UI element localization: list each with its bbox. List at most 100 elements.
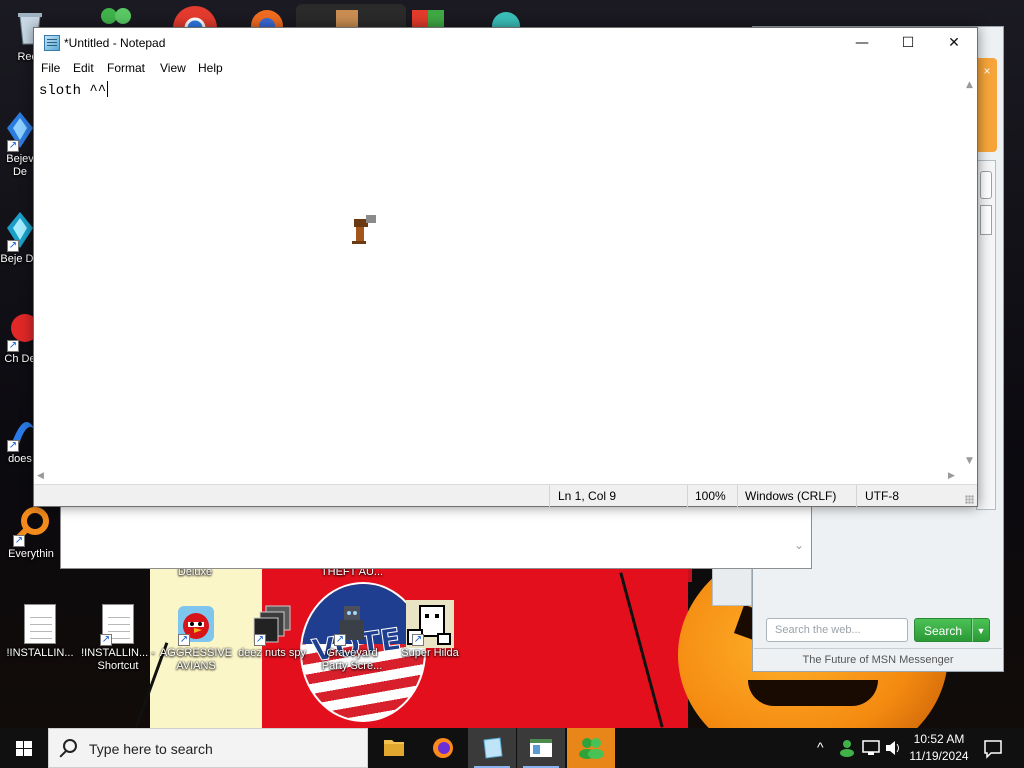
chuzzle-icon: ↗ xyxy=(5,310,39,352)
text-document-icon: ↗ xyxy=(98,604,138,646)
start-button[interactable] xyxy=(0,728,48,768)
scroll-right-arrow-icon[interactable]: ▶ xyxy=(948,471,955,481)
taskbar-file-explorer[interactable] xyxy=(370,728,418,768)
msn-search-dropdown-icon[interactable]: ▼ xyxy=(972,618,990,642)
sloth-sprite[interactable] xyxy=(350,213,380,245)
notepad-window: *Untitled - Notepad — ☐ ✕ File Edit Form… xyxy=(33,27,978,507)
status-separator xyxy=(687,485,688,507)
game-icon[interactable] xyxy=(296,4,406,28)
desktop-icon-deez-nuts-spy[interactable]: ↗ deez nuts spy xyxy=(234,604,310,660)
status-separator xyxy=(549,485,550,507)
app-icon-colorful[interactable] xyxy=(408,6,448,28)
text-document-icon xyxy=(20,604,60,644)
menu-bar: File Edit Format View Help xyxy=(34,58,977,78)
msn-panel-scroll[interactable] xyxy=(980,205,992,235)
desktop-icon-installing[interactable]: !INSTALLIN... xyxy=(2,604,78,660)
desktop-icon-label: !INSTALLIN... xyxy=(6,647,74,659)
tray-volume-icon[interactable] xyxy=(882,728,904,768)
desktop-icon-label: Super Hilda xyxy=(401,647,459,659)
background-window xyxy=(60,505,812,569)
msn-tray-icon xyxy=(840,740,854,757)
editor-text-line: sloth ^^ xyxy=(39,81,109,99)
window-title: *Untitled - Notepad xyxy=(64,36,166,50)
shortcut-arrow-icon: ↗ xyxy=(13,535,25,547)
menu-edit[interactable]: Edit xyxy=(73,61,94,75)
maximize-button[interactable]: ☐ xyxy=(885,28,931,58)
msn-search-button[interactable]: Search xyxy=(914,618,972,642)
notepad-icon xyxy=(44,35,60,51)
desktop-icon-label: Graveyard Party Scre... xyxy=(321,647,383,672)
vertical-scrollbar[interactable]: ▲ ▼ xyxy=(963,78,977,470)
graveyard-robot-icon: ↗ xyxy=(332,604,372,646)
desktop-icon-label: !INSTALLIN... - Shortcut xyxy=(81,647,155,672)
firefox-icon xyxy=(433,738,453,758)
desktop-icon-label: AGGRESSIVE AVIANS xyxy=(159,647,233,672)
msn-side-panel xyxy=(976,160,996,510)
status-encoding: UTF-8 xyxy=(865,489,899,503)
angry-bird-icon: ↗ xyxy=(176,604,216,646)
search-icon xyxy=(63,739,77,753)
windows-logo-icon xyxy=(16,741,32,756)
notepad-icon xyxy=(483,737,503,759)
close-button[interactable]: ✕ xyxy=(931,28,977,58)
menu-file[interactable]: File xyxy=(41,61,60,75)
desktop-icon-aggressive-avians[interactable]: ↗ AGGRESSIVE AVIANS xyxy=(158,604,234,673)
people-icon[interactable] xyxy=(96,6,136,28)
chevron-down-icon[interactable]: ⌄ xyxy=(794,538,804,552)
tray-overflow-button[interactable]: ^ xyxy=(812,728,834,768)
shortcut-arrow-icon: ↗ xyxy=(7,340,19,352)
desktop-icon-super-hilda[interactable]: ↗ Super Hilda xyxy=(392,600,468,660)
desktop-icon-installing-shortcut[interactable]: ↗ !INSTALLIN... - Shortcut xyxy=(80,604,156,673)
shortcut-arrow-icon: ↗ xyxy=(100,634,112,646)
taskbar-search-box[interactable]: Type here to search xyxy=(48,728,368,768)
taskbar-firefox[interactable] xyxy=(419,728,467,768)
pumpkin-mouth xyxy=(748,680,878,706)
chevron-up-icon: ^ xyxy=(817,739,824,755)
does-icon: ↗ xyxy=(5,410,35,452)
taskbar-clock[interactable]: 10:52 AM 11/19/2024 xyxy=(904,731,974,765)
network-icon xyxy=(862,740,880,755)
scroll-left-arrow-icon[interactable]: ◀ xyxy=(37,471,44,481)
tray-network-icon[interactable] xyxy=(860,728,882,768)
status-separator xyxy=(856,485,857,507)
tray-msn-icon[interactable] xyxy=(836,728,858,768)
speaker-icon xyxy=(886,741,899,755)
everything-search-icon: ↗ xyxy=(11,505,51,547)
action-center-button[interactable] xyxy=(978,728,1008,768)
shortcut-arrow-icon: ↗ xyxy=(254,634,266,646)
miku-icon[interactable] xyxy=(486,6,526,40)
desktop-icon-label: deez nuts spy xyxy=(238,647,306,659)
clock-time: 10:52 AM xyxy=(913,732,965,746)
browser-icon[interactable] xyxy=(250,6,284,42)
taskbar-notepad[interactable] xyxy=(468,728,516,768)
msn-panel-button[interactable] xyxy=(980,171,992,199)
resize-grip-icon[interactable] xyxy=(965,495,974,504)
taskbar-store-app[interactable] xyxy=(517,728,565,768)
scroll-up-arrow-icon[interactable]: ▲ xyxy=(966,80,973,90)
menu-view[interactable]: View xyxy=(160,61,186,75)
shortcut-arrow-icon: ↗ xyxy=(178,634,190,646)
status-bar: Ln 1, Col 9 100% Windows (CRLF) UTF-8 xyxy=(34,484,977,507)
menu-help[interactable]: Help xyxy=(198,61,223,75)
menu-format[interactable]: Format xyxy=(107,61,145,75)
shortcut-arrow-icon: ↗ xyxy=(334,634,346,646)
desktop-icon-graveyard-party[interactable]: ↗ Graveyard Party Scre... xyxy=(312,604,392,673)
game-icon-art xyxy=(336,10,358,28)
scroll-down-arrow-icon[interactable]: ▼ xyxy=(966,456,973,466)
shortcut-arrow-icon: ↗ xyxy=(7,440,19,452)
status-separator xyxy=(737,485,738,507)
desktop-icon-label: Everythin xyxy=(8,548,54,560)
chrome-icon[interactable] xyxy=(170,6,220,50)
minimize-button[interactable]: — xyxy=(839,28,885,58)
horizontal-scrollbar[interactable]: ◀ ▶ xyxy=(34,470,963,484)
msn-close-button[interactable]: × xyxy=(980,64,994,78)
shortcut-arrow-icon: ↗ xyxy=(7,140,19,152)
msn-buddy-icon xyxy=(579,738,604,759)
notepad-title-bar[interactable]: *Untitled - Notepad — ☐ ✕ xyxy=(34,28,977,58)
notification-icon xyxy=(984,740,1002,759)
msn-search-input[interactable]: Search the web... xyxy=(766,618,908,642)
window-app-icon xyxy=(530,739,552,757)
desktop-icon-everything[interactable]: ↗ Everythin xyxy=(0,505,62,561)
text-editor-area[interactable]: sloth ^^ xyxy=(34,78,963,470)
taskbar-msn-messenger[interactable] xyxy=(567,728,615,768)
